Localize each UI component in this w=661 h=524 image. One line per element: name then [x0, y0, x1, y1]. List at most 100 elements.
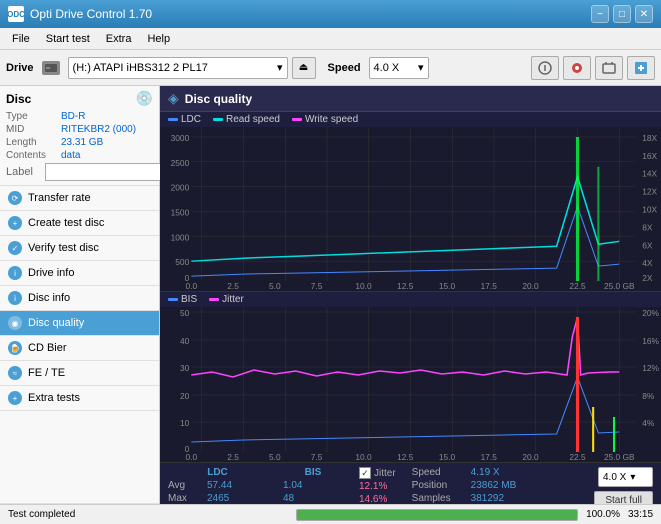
bis-max: 48 [283, 493, 343, 504]
speed-selector[interactable]: 4.0 X ▾ [598, 467, 653, 487]
svg-text:25.0 GB: 25.0 GB [604, 282, 635, 291]
sidebar-item-extra-tests[interactable]: + Extra tests [0, 386, 159, 411]
toolbar-btn-4[interactable] [627, 56, 655, 80]
svg-text:2.5: 2.5 [227, 453, 239, 462]
extra-tests-icon: + [8, 391, 22, 405]
svg-text:5.0: 5.0 [269, 282, 281, 291]
svg-text:50: 50 [180, 309, 190, 318]
svg-text:2000: 2000 [171, 184, 190, 193]
svg-text:40: 40 [180, 337, 190, 346]
sidebar-item-fe-te[interactable]: ≈ FE / TE [0, 361, 159, 386]
bis-header: BIS [283, 467, 343, 478]
sidebar-item-create-test-disc[interactable]: + Create test disc [0, 211, 159, 236]
fe-te-icon: ≈ [8, 366, 22, 380]
drive-icon [42, 61, 60, 75]
progress-bar-container [296, 509, 578, 521]
sidebar-item-verify-test-disc[interactable]: ✓ Verify test disc [0, 236, 159, 261]
svg-text:500: 500 [175, 258, 189, 267]
jitter-avg: 12.1% [359, 481, 387, 492]
toolbar-btn-3[interactable] [595, 56, 623, 80]
ldc-avg: 57.44 [207, 480, 267, 491]
menu-bar: File Start test Extra Help [0, 28, 661, 50]
svg-text:8X: 8X [642, 224, 653, 233]
sidebar-item-disc-info[interactable]: i Disc info [0, 286, 159, 311]
status-bar: Test completed 100.0% 33:15 [0, 504, 661, 524]
svg-text:12.5: 12.5 [397, 453, 414, 462]
lower-chart: 50 40 30 20 10 0 20% 16% 12% 8% 4% [160, 307, 661, 462]
toolbar: Drive (H:) ATAPI iHBS312 2 PL17 ▾ ⏏ Spee… [0, 50, 661, 86]
minimize-button[interactable]: − [591, 5, 609, 23]
contents-label: Contents [6, 150, 61, 161]
close-button[interactable]: ✕ [635, 5, 653, 23]
svg-text:15.0: 15.0 [439, 282, 456, 291]
speed-value-stat: 4.19 X [471, 467, 500, 478]
legend-read-speed: Read speed [226, 114, 280, 125]
svg-text:16X: 16X [642, 152, 657, 161]
disc-info-icon: i [8, 291, 22, 305]
svg-text:1500: 1500 [171, 209, 190, 218]
upper-chart: 3000 2500 2000 1500 1000 500 0 18X 16X 1… [160, 127, 661, 292]
disc-icon: 💿 [136, 90, 153, 107]
svg-text:22.5: 22.5 [569, 282, 586, 291]
samples-value: 381292 [471, 493, 504, 504]
svg-text:20.0: 20.0 [522, 282, 539, 291]
drive-select[interactable]: (H:) ATAPI iHBS312 2 PL17 ▾ [68, 57, 288, 79]
mid-label: MID [6, 124, 61, 135]
drive-label: Drive [6, 62, 34, 74]
sidebar-item-drive-info[interactable]: i Drive info [0, 261, 159, 286]
cd-bier-icon: 🍺 [8, 341, 22, 355]
svg-text:20: 20 [180, 392, 190, 401]
svg-text:0.0: 0.0 [186, 282, 198, 291]
length-label: Length [6, 137, 61, 148]
progress-value: 100.0% [586, 509, 620, 520]
menu-extra[interactable]: Extra [98, 31, 140, 47]
svg-text:20.0: 20.0 [522, 453, 539, 462]
sidebar-item-transfer-rate[interactable]: ⟳ Transfer rate [0, 186, 159, 211]
position-label: Position [412, 480, 467, 491]
sidebar-item-cd-bier[interactable]: 🍺 CD Bier [0, 336, 159, 361]
right-panel: ◈ Disc quality LDC Read speed Write spee… [160, 86, 661, 524]
svg-text:0.0: 0.0 [186, 453, 198, 462]
menu-start-test[interactable]: Start test [38, 31, 98, 47]
svg-text:10.0: 10.0 [355, 453, 372, 462]
svg-text:6X: 6X [642, 241, 653, 250]
app-title: Opti Drive Control 1.70 [30, 7, 152, 21]
create-test-disc-icon: + [8, 216, 22, 230]
menu-file[interactable]: File [4, 31, 38, 47]
svg-text:4X: 4X [642, 259, 653, 268]
svg-text:12X: 12X [642, 188, 657, 197]
svg-text:2X: 2X [642, 274, 653, 283]
label-field-label: Label [6, 166, 41, 178]
svg-text:14X: 14X [642, 170, 657, 179]
svg-text:2500: 2500 [171, 159, 190, 168]
chart-title: Disc quality [185, 92, 252, 106]
nav-items: ⟳ Transfer rate + Create test disc ✓ Ver… [0, 186, 159, 524]
position-value: 23862 MB [471, 480, 517, 491]
ldc-header: LDC [168, 467, 267, 478]
mid-value: RITEKBR2 (000) [61, 124, 136, 135]
legend-bis: BIS [181, 294, 197, 305]
speed-select[interactable]: 4.0 X ▾ [369, 57, 429, 79]
jitter-stats: ✓ Jitter 12.1% 14.6% [359, 467, 396, 505]
jitter-checkbox[interactable]: ✓ [359, 467, 371, 479]
eject-button[interactable]: ⏏ [292, 57, 316, 79]
svg-text:10X: 10X [642, 206, 657, 215]
sidebar-item-disc-quality[interactable]: ◉ Disc quality [0, 311, 159, 336]
toolbar-btn-2[interactable] [563, 56, 591, 80]
samples-label: Samples [412, 493, 467, 504]
svg-text:12.5: 12.5 [397, 282, 414, 291]
svg-text:25.0 GB: 25.0 GB [604, 453, 635, 462]
svg-text:7.5: 7.5 [311, 453, 323, 462]
menu-help[interactable]: Help [139, 31, 178, 47]
chart-header: ◈ Disc quality [160, 86, 661, 112]
maximize-button[interactable]: □ [613, 5, 631, 23]
bis-avg: 1.04 [283, 480, 343, 491]
svg-text:4%: 4% [642, 419, 654, 428]
disc-section: Disc 💿 Type BD-R MID RITEKBR2 (000) Leng… [0, 86, 159, 186]
svg-text:10: 10 [180, 419, 190, 428]
ldc-max: 2465 [207, 493, 267, 504]
jitter-label: Jitter [374, 468, 396, 479]
svg-text:20%: 20% [642, 309, 659, 318]
app-icon: ODC [8, 6, 24, 22]
toolbar-btn-1[interactable] [531, 56, 559, 80]
